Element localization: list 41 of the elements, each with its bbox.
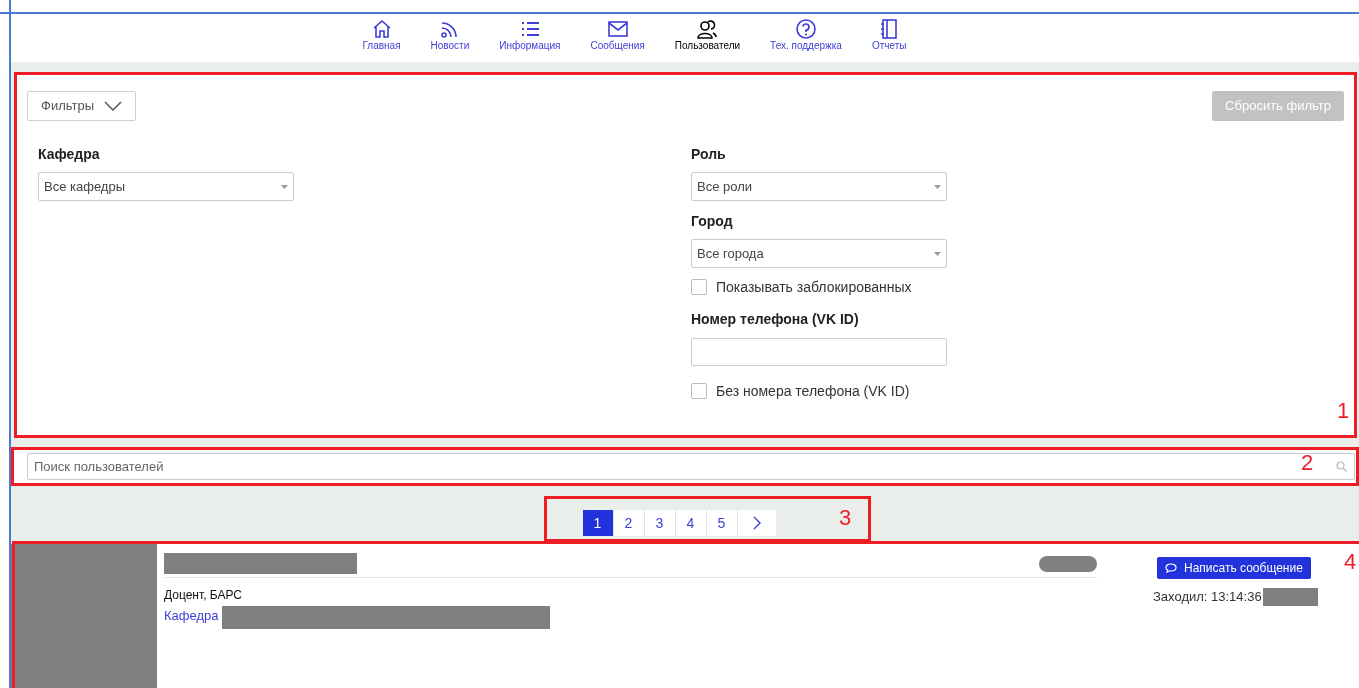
annotation-number: 4 <box>1344 549 1357 575</box>
mail-icon <box>606 18 629 40</box>
position-text: Доцент, БАРС <box>164 587 243 604</box>
redaction-block <box>1262 587 1318 606</box>
nav-item[interactable]: Пользователи <box>674 18 741 52</box>
phone-input-field[interactable] <box>691 338 947 366</box>
dropdown-arrow-icon <box>934 184 941 189</box>
dropdown-arrow-icon <box>934 251 941 256</box>
help-icon <box>795 18 817 40</box>
nav-item[interactable]: Сообщения <box>590 18 645 52</box>
speech-bubble-icon <box>1165 563 1177 573</box>
annotation-number: 1 <box>1337 398 1350 424</box>
dropdown[interactable]: Все кафедры <box>38 172 294 201</box>
annotation-number: 2 <box>1301 450 1314 476</box>
checkbox-label: Показывать заблокированных <box>716 277 912 297</box>
dropdown-arrow-icon <box>281 184 288 189</box>
nav-item[interactable]: Тех. поддержка <box>770 18 842 52</box>
page-button[interactable]: 1 <box>582 510 614 536</box>
department-link[interactable]: Кафедра <box>164 606 219 626</box>
nav-item[interactable]: Главная <box>362 18 401 52</box>
checkbox[interactable] <box>691 279 707 295</box>
chevron-icon <box>104 101 122 111</box>
field-label: Город <box>691 212 734 230</box>
checkbox-label: Без номера телефона (VK ID) <box>716 381 910 401</box>
filters-toggle[interactable]: Фильтры <box>27 91 136 121</box>
users-icon <box>696 18 719 40</box>
field-label: Номер телефона (VK ID) <box>691 310 860 329</box>
redaction-block <box>1039 555 1097 572</box>
nav-item[interactable]: Информация <box>499 18 561 52</box>
annotation-number: 3 <box>839 505 852 531</box>
chevron-right-icon <box>752 516 761 530</box>
nav-item[interactable]: Новости <box>430 18 470 52</box>
dropdown[interactable]: Все города <box>691 239 947 268</box>
search-icon <box>1336 461 1347 472</box>
dropdown[interactable]: Все роли <box>691 172 947 201</box>
nav-item[interactable]: Отчеты <box>871 18 907 52</box>
field-label: Роль <box>691 145 727 163</box>
field-label: Кафедра <box>38 145 101 163</box>
checkbox[interactable] <box>691 383 707 399</box>
last-seen-text: Заходил: 13:14:36 <box>1153 588 1262 606</box>
write-message-button[interactable]: Написать сообщение <box>1157 557 1311 579</box>
